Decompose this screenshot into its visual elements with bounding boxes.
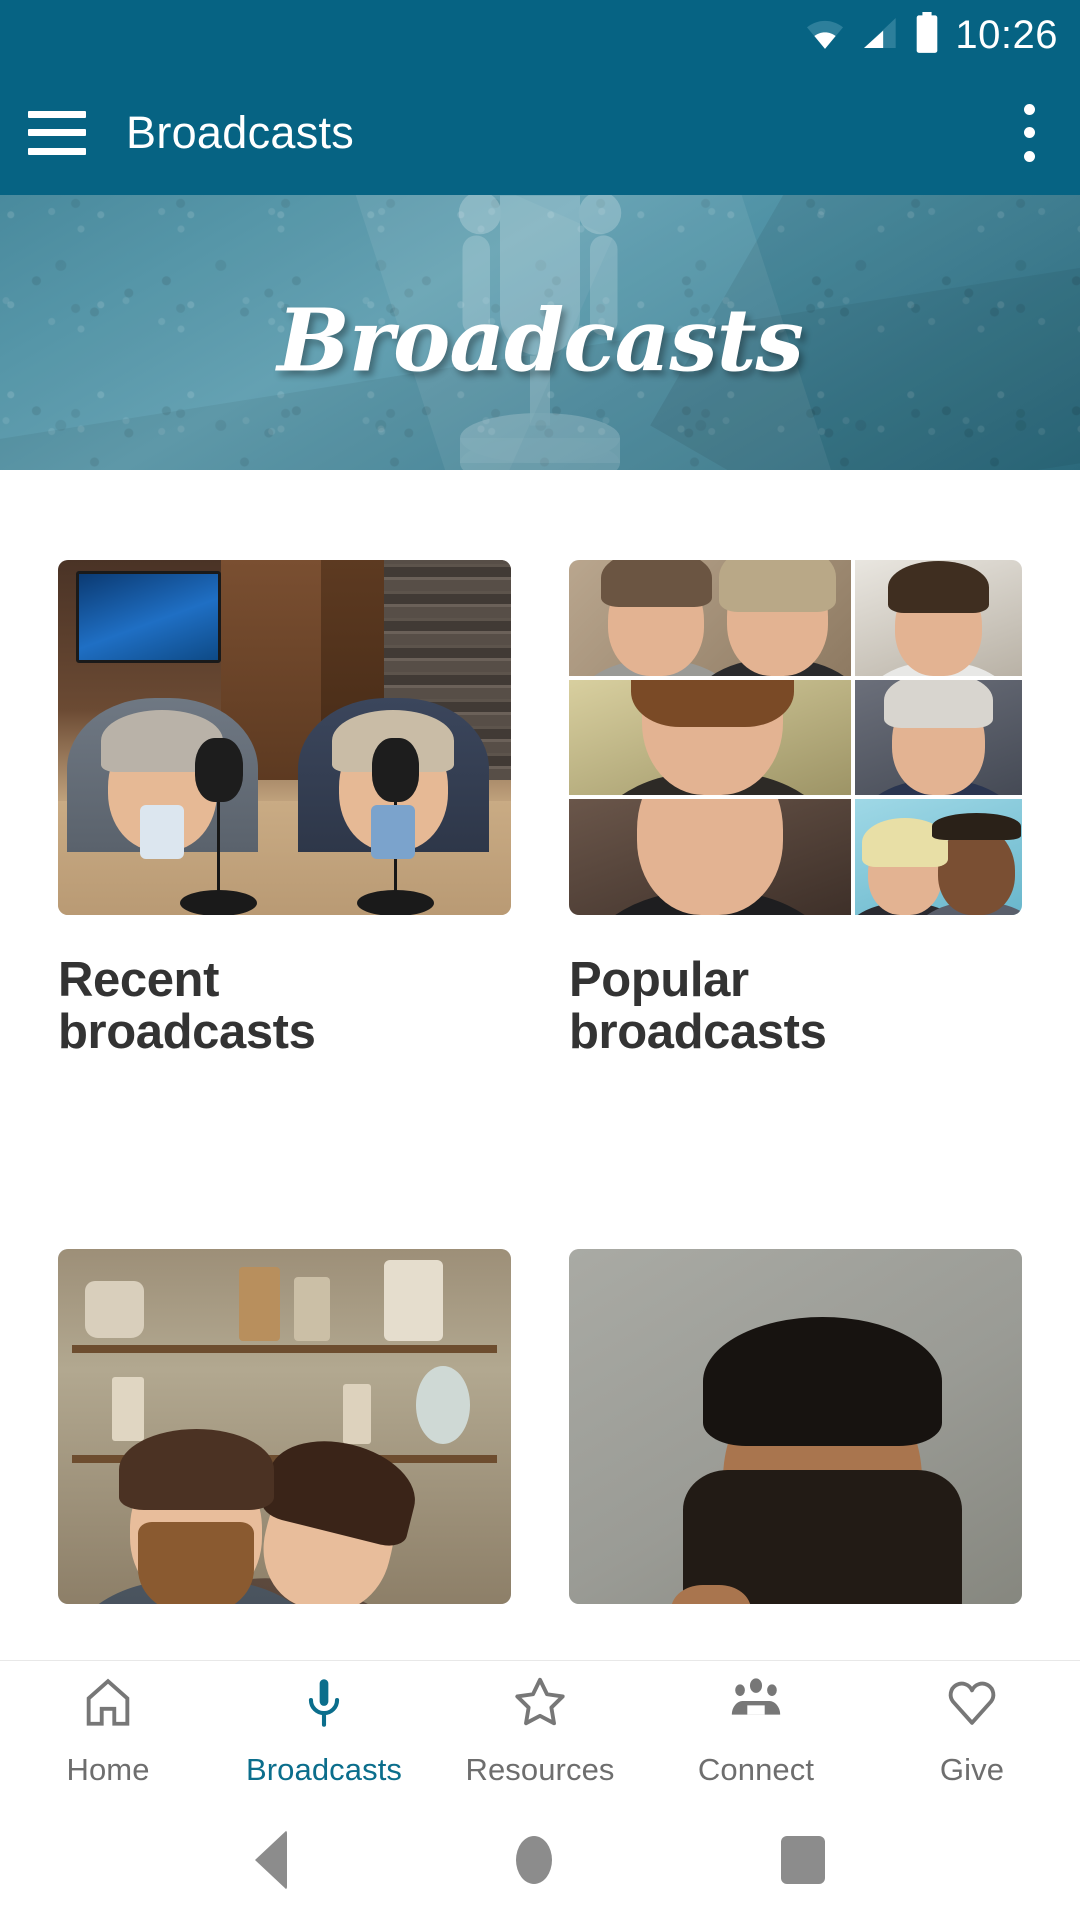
status-bar: 10:26	[0, 0, 1080, 70]
triangle-back-icon[interactable]	[254, 1830, 287, 1890]
speakers-collage-photo	[569, 560, 1022, 915]
nav-item-give[interactable]: Give	[864, 1673, 1080, 1788]
nav-item-broadcasts[interactable]: Broadcasts	[216, 1673, 432, 1788]
status-time: 10:26	[955, 12, 1058, 57]
page-title: Broadcasts	[126, 106, 355, 158]
hamburger-menu-icon[interactable]	[28, 110, 86, 155]
nav-item-home[interactable]: Home	[0, 1673, 216, 1788]
bottom-navigation-bar: Home Broadcasts Resources Connect Give	[0, 1660, 1080, 1800]
studio-hosts-photo	[58, 560, 511, 915]
laughing-couple-photo	[58, 1248, 511, 1604]
app-bar: Broadcasts	[0, 70, 1080, 195]
android-system-nav	[0, 1800, 1080, 1920]
card-grid-row-1: Recent broadcasts Popular broadcasts	[0, 470, 1080, 1059]
broadcasts-content: Recent broadcasts Popular broadcasts	[0, 470, 1080, 1660]
hero-banner: Broadcasts	[0, 195, 1080, 470]
nav-label: Home	[66, 1752, 150, 1787]
circle-home-icon[interactable]	[515, 1836, 552, 1884]
battery-icon	[913, 11, 941, 59]
card-third[interactable]	[58, 1248, 511, 1644]
nav-label: Give	[939, 1752, 1005, 1787]
microphone-icon	[293, 1673, 355, 1736]
nav-item-resources[interactable]: Resources	[432, 1673, 648, 1788]
card-recent-broadcasts[interactable]: Recent broadcasts	[58, 560, 511, 1059]
card-title: Recent broadcasts	[58, 953, 316, 1059]
bearded-man-portrait-photo	[569, 1248, 1022, 1604]
card-popular-broadcasts[interactable]: Popular broadcasts	[569, 560, 1022, 1059]
cellular-signal-icon	[859, 16, 899, 55]
card-title: Popular broadcasts	[569, 953, 827, 1059]
nav-label: Broadcasts	[245, 1752, 403, 1787]
home-icon	[77, 1673, 139, 1736]
nav-item-connect[interactable]: Connect	[648, 1673, 864, 1788]
card-fourth[interactable]	[569, 1248, 1022, 1644]
nav-label: Connect	[697, 1752, 815, 1787]
more-options-icon[interactable]	[1006, 103, 1052, 162]
hero-title: Broadcasts	[277, 290, 804, 392]
heart-icon	[941, 1673, 1003, 1736]
card-grid-row-2	[0, 1159, 1080, 1644]
wifi-icon	[805, 16, 845, 55]
nav-label: Resources	[465, 1752, 615, 1787]
people-group-icon	[725, 1673, 787, 1736]
star-icon	[509, 1673, 571, 1736]
square-recents-icon[interactable]	[781, 1836, 826, 1884]
